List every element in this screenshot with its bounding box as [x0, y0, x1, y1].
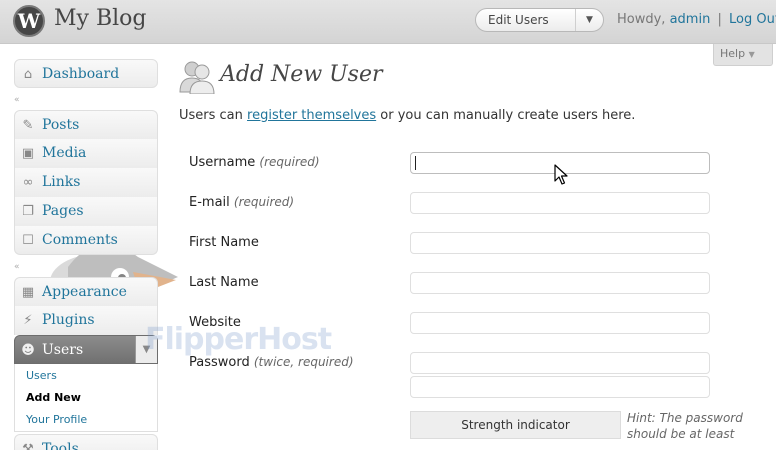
wordpress-logo-icon[interactable]: W — [13, 5, 45, 37]
help-label: Help — [720, 47, 746, 60]
pages-icon: ❐ — [22, 204, 34, 219]
users-icon — [179, 61, 215, 94]
sidebar-item-label: Plugins — [42, 312, 95, 328]
last-name-label: Last Name — [189, 275, 259, 290]
intro-prefix: Users can — [179, 108, 248, 123]
sidebar-item-comments[interactable]: ☐ Comments — [14, 226, 158, 255]
home-icon: ⌂ — [23, 67, 33, 82]
media-icon: ▣ — [21, 146, 35, 161]
separator: | — [717, 12, 722, 27]
field-label-text: Username — [189, 155, 256, 170]
sidebar-item-label: Tools — [42, 441, 79, 450]
email-label: E-mail (required) — [189, 195, 294, 210]
sidebar-item-label: Links — [42, 174, 81, 190]
first-name-label: First Name — [189, 235, 259, 250]
mouse-cursor-icon — [554, 164, 568, 185]
sidebar-item-media[interactable]: ▣ Media — [14, 139, 158, 168]
sidebar-item-label: Appearance — [42, 284, 127, 300]
page-title: Add New User — [220, 62, 383, 87]
submenu-item-add-new[interactable]: Add New — [26, 391, 81, 404]
submenu-item-users[interactable]: Users — [26, 369, 57, 382]
speech-bubble-icon: ☐ — [22, 233, 34, 248]
greeting-text: Howdy, — [617, 12, 666, 27]
sidebar-item-label: Pages — [42, 203, 84, 219]
sidebar-item-dashboard[interactable]: ⌂ Dashboard — [14, 59, 158, 88]
intro-suffix: or you can manually create users here. — [376, 108, 636, 123]
sidebar-item-label: Users — [42, 342, 84, 358]
help-tab[interactable]: Help ▼ — [713, 44, 773, 66]
required-note: (required) — [259, 155, 320, 169]
sidebar-item-links[interactable]: ∞ Links — [14, 168, 158, 197]
admin-header: W My Blog Edit Users ▼ Howdy, admin | Lo… — [0, 0, 776, 44]
password-strength-indicator: Strength indicator — [410, 411, 621, 439]
required-note: (twice, required) — [253, 355, 354, 369]
sidebar-item-posts[interactable]: ✎ Posts — [14, 110, 158, 139]
sidebar-item-appearance[interactable]: ▦ Appearance — [14, 277, 158, 306]
sidebar-item-plugins[interactable]: ⚡ Plugins — [14, 306, 158, 335]
favorite-actions-dropdown[interactable]: Edit Users ▼ — [475, 8, 604, 32]
sidebar-item-label: Media — [42, 145, 87, 161]
collapse-arrow-icon[interactable]: « — [14, 262, 24, 272]
required-note: (required) — [233, 195, 295, 209]
sidebar-item-users[interactable]: ☻ Users ▼ — [14, 335, 158, 364]
sidebar-item-label: Posts — [42, 117, 80, 133]
chevron-down-icon[interactable]: ▼ — [575, 9, 603, 31]
password-hint: Hint: The password should be at least — [627, 411, 743, 441]
sidebar-item-label: Dashboard — [42, 66, 120, 82]
submenu-item-your-profile[interactable]: Your Profile — [26, 413, 87, 426]
sidebar-item-tools[interactable]: ⚒ Tools — [14, 434, 158, 450]
register-link[interactable]: register themselves — [247, 108, 376, 123]
sidebar-item-pages[interactable]: ❐ Pages — [14, 197, 158, 226]
text-caret — [415, 156, 416, 170]
logout-link[interactable]: Log Out — [729, 12, 776, 27]
last-name-input[interactable] — [410, 272, 710, 294]
plug-icon: ⚡ — [23, 313, 33, 328]
email-input[interactable] — [410, 192, 710, 214]
wrench-icon: ⚒ — [22, 442, 34, 450]
collapse-arrow-icon[interactable]: « — [14, 95, 24, 105]
first-name-input[interactable] — [410, 232, 710, 254]
chain-link-icon: ∞ — [22, 175, 34, 190]
field-label-text: E-mail — [189, 195, 230, 210]
chevron-down-icon: ▼ — [748, 50, 755, 59]
favorite-actions-label[interactable]: Edit Users — [488, 13, 549, 27]
username-link[interactable]: admin — [670, 12, 711, 27]
layout-icon: ▦ — [21, 285, 35, 300]
username-label: Username (required) — [189, 155, 320, 170]
sidebar-item-label: Comments — [42, 232, 118, 248]
user-info: Howdy, admin | Log Out — [617, 12, 776, 27]
password-input[interactable] — [410, 352, 710, 374]
intro-text: Users can register themselves or you can… — [179, 108, 635, 123]
pushpin-icon: ✎ — [22, 118, 34, 133]
site-title[interactable]: My Blog — [54, 6, 146, 31]
users-icon: ☻ — [21, 343, 35, 358]
watermark-logo: FlipperHost — [145, 322, 332, 357]
users-submenu: Users Add New Your Profile — [14, 364, 158, 432]
password-label: Password (twice, required) — [189, 355, 354, 370]
website-input[interactable] — [410, 312, 710, 334]
field-label-text: Password — [189, 355, 250, 370]
password-confirm-input[interactable] — [410, 376, 710, 398]
